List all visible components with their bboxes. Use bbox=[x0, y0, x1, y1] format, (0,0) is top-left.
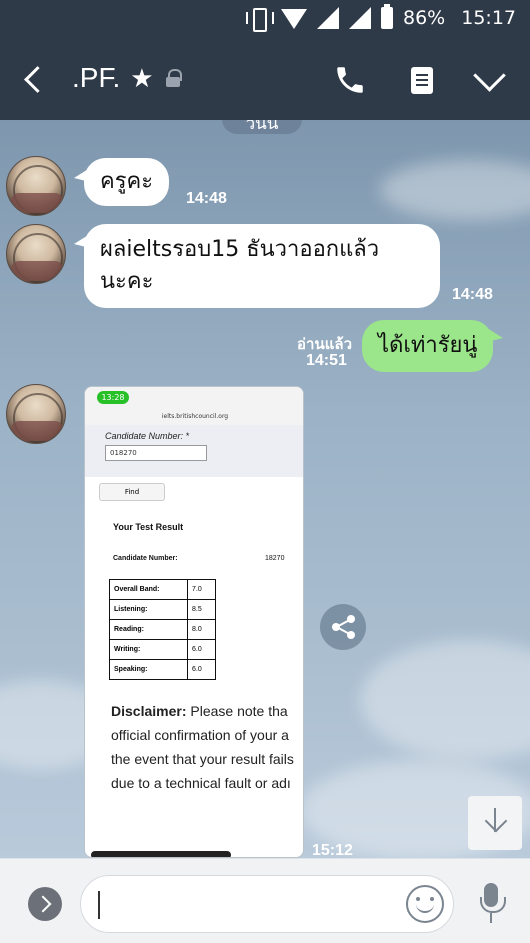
battery-icon bbox=[381, 4, 393, 29]
text-cursor bbox=[98, 891, 100, 919]
chat-area[interactable]: วันนี้ ครูคะ 14:48 ผลieltsรอบ15 ธันวาออก… bbox=[0, 120, 530, 858]
scroll-down-arrow-icon[interactable] bbox=[468, 796, 522, 850]
image-logo bbox=[91, 851, 231, 857]
message-text: ได้เท่ารัยนู่ bbox=[378, 333, 478, 358]
image-result-heading: Your Test Result bbox=[113, 522, 184, 532]
wifi-icon bbox=[281, 9, 307, 29]
status-bar: 86% 15:17 bbox=[0, 0, 530, 40]
phone-icon bbox=[337, 67, 363, 93]
image-status-clock: 13:28 bbox=[97, 391, 129, 404]
message-text-line: ผลieltsรอบ15 ธันวาออกแล้ว bbox=[100, 237, 380, 262]
microphone-icon[interactable] bbox=[478, 883, 506, 927]
share-button[interactable] bbox=[320, 604, 366, 650]
message-text: ครูคะ bbox=[100, 169, 154, 194]
star-icon: ★ bbox=[130, 62, 154, 93]
outgoing-message-bubble[interactable]: ได้เท่ารัยนู่ bbox=[362, 320, 505, 372]
vibrate-icon bbox=[245, 6, 274, 32]
chat-title: .PF. ★ bbox=[72, 62, 182, 94]
incoming-message-bubble[interactable]: ผลieltsรอบ15 ธันวาออกแล้ว นะคะ bbox=[74, 224, 440, 308]
message-input-bar bbox=[0, 858, 530, 943]
signal-icon bbox=[317, 7, 339, 29]
lock-icon bbox=[165, 69, 182, 87]
avatar[interactable] bbox=[6, 156, 66, 216]
clock: 15:17 bbox=[461, 7, 516, 29]
image-candidate-row-label: Candidate Number: bbox=[113, 555, 178, 562]
table-row: Overall Band: 7.0 bbox=[109, 579, 216, 600]
back-arrow-icon[interactable] bbox=[20, 66, 46, 94]
image-url-bar: ielts.britishcouncil.org bbox=[85, 409, 303, 425]
message-time: 14:48 bbox=[452, 286, 493, 303]
notes-button[interactable] bbox=[402, 60, 442, 100]
message-text-line: นะคะ bbox=[100, 269, 154, 294]
table-row: Speaking: 6.0 bbox=[109, 659, 216, 680]
message-time: 14:51 bbox=[306, 352, 347, 369]
image-score-table: Overall Band: 7.0 Listening: 8.5 Reading: 8… bbox=[109, 579, 216, 680]
table-row: Writing: 6.0 bbox=[109, 639, 216, 660]
image-candidate-input: 018270 bbox=[105, 445, 207, 461]
signal-icon-2 bbox=[349, 7, 371, 29]
image-message[interactable]: 13:28 ielts.britishcouncil.org Candidate… bbox=[84, 386, 304, 858]
message-time: 14:48 bbox=[186, 190, 227, 207]
call-button[interactable] bbox=[330, 60, 370, 100]
date-separator: วันนี้ bbox=[222, 120, 302, 134]
incoming-message-bubble[interactable]: ครูคะ bbox=[73, 158, 170, 206]
chat-header: .PF. ★ bbox=[0, 40, 530, 120]
table-row: Reading: 8.0 bbox=[109, 619, 216, 640]
image-disclaimer: Disclaimer: Please note tha official con… bbox=[111, 703, 294, 791]
avatar[interactable] bbox=[6, 384, 66, 444]
battery-level: 86% bbox=[403, 7, 446, 29]
notes-icon bbox=[411, 67, 433, 94]
table-row: Listening: 8.5 bbox=[109, 599, 216, 620]
image-candidate-label: Candidate Number: * bbox=[105, 431, 190, 441]
avatar[interactable] bbox=[6, 224, 66, 284]
message-time: 15:12 bbox=[312, 842, 353, 858]
message-input[interactable] bbox=[80, 875, 454, 933]
menu-chevron-down-icon[interactable] bbox=[470, 60, 510, 100]
contact-name: .PF. bbox=[72, 62, 121, 93]
emoji-icon[interactable] bbox=[406, 885, 444, 923]
image-find-button: Find bbox=[99, 483, 165, 501]
image-candidate-row-value: 18270 bbox=[265, 555, 285, 562]
expand-chevron-right-icon[interactable] bbox=[28, 887, 62, 921]
